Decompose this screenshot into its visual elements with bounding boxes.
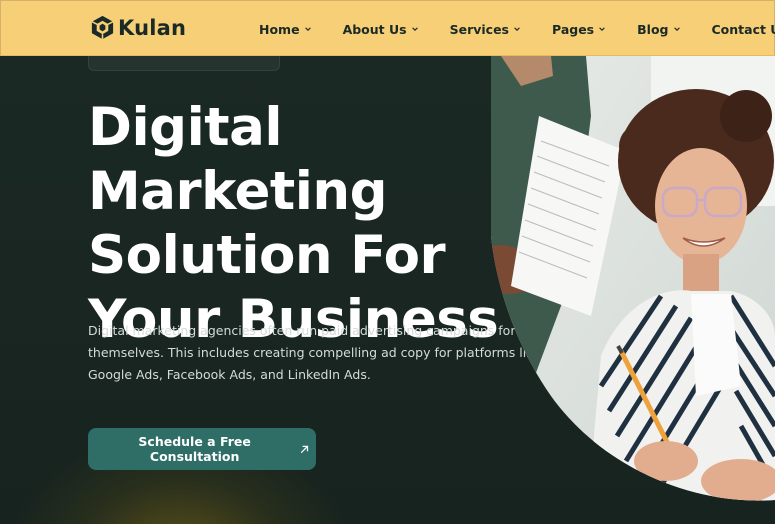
arrow-up-right-icon [301, 445, 309, 453]
nav-item-label: About Us [342, 21, 407, 37]
hero-photo [491, 56, 775, 501]
nav-item-label: Contact Us [711, 21, 775, 37]
nav-item-services[interactable]: Services [450, 22, 521, 37]
hero-description: Digital marketing agencies often run pai… [88, 323, 541, 382]
chevron-down-icon [599, 27, 605, 31]
nav-item-pages[interactable]: Pages [552, 22, 606, 37]
brand-logo[interactable]: Kulan [89, 14, 186, 41]
chevron-down-icon [411, 27, 418, 31]
cube-logo-icon [91, 15, 114, 40]
site-header: Kulan Home About Us Services Pages Blog … [0, 0, 775, 56]
hero-title: Digital Marketing Solution For Your Busi… [88, 97, 499, 350]
chevron-down-icon [514, 27, 520, 31]
nav-item-contact-us[interactable]: Contact Us [712, 22, 775, 37]
main-nav: Home About Us Services Pages Blog Contac… [259, 1, 775, 57]
nav-item-label: Blog [637, 21, 669, 37]
nav-item-label: Services [449, 21, 509, 37]
schedule-consultation-button[interactable]: Schedule a Free Consultation [88, 428, 316, 470]
cta-label: Schedule a Free Consultation [138, 434, 251, 464]
nav-item-about-us[interactable]: About Us [343, 22, 419, 37]
nav-item-blog[interactable]: Blog [637, 22, 680, 37]
hero-badge [88, 56, 280, 71]
nav-item-home[interactable]: Home [259, 22, 312, 37]
nav-item-label: Home [259, 21, 300, 37]
chevron-down-icon [304, 27, 311, 31]
hero-section: Digital Marketing Solution For Your Busi… [0, 56, 775, 524]
chevron-down-icon [673, 27, 680, 31]
nav-item-label: Pages [552, 21, 595, 37]
brand-name: Kulan [118, 15, 187, 40]
